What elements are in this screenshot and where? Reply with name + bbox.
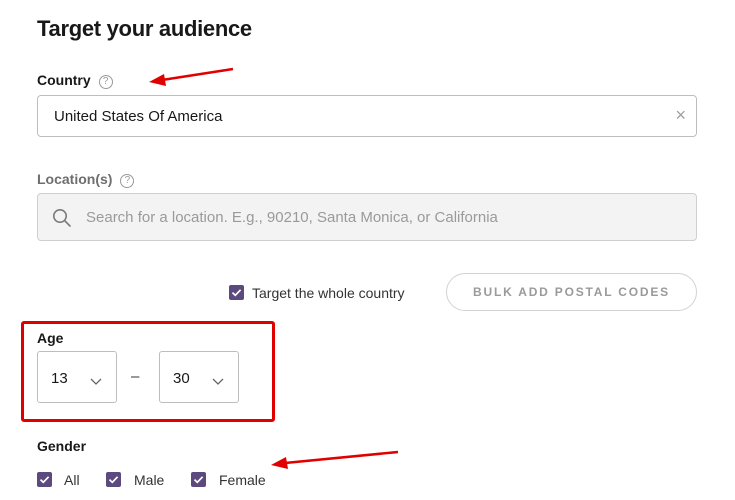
arrow-icon [271, 450, 399, 469]
annotation-arrows [149, 67, 399, 469]
arrow-icon [149, 67, 234, 86]
